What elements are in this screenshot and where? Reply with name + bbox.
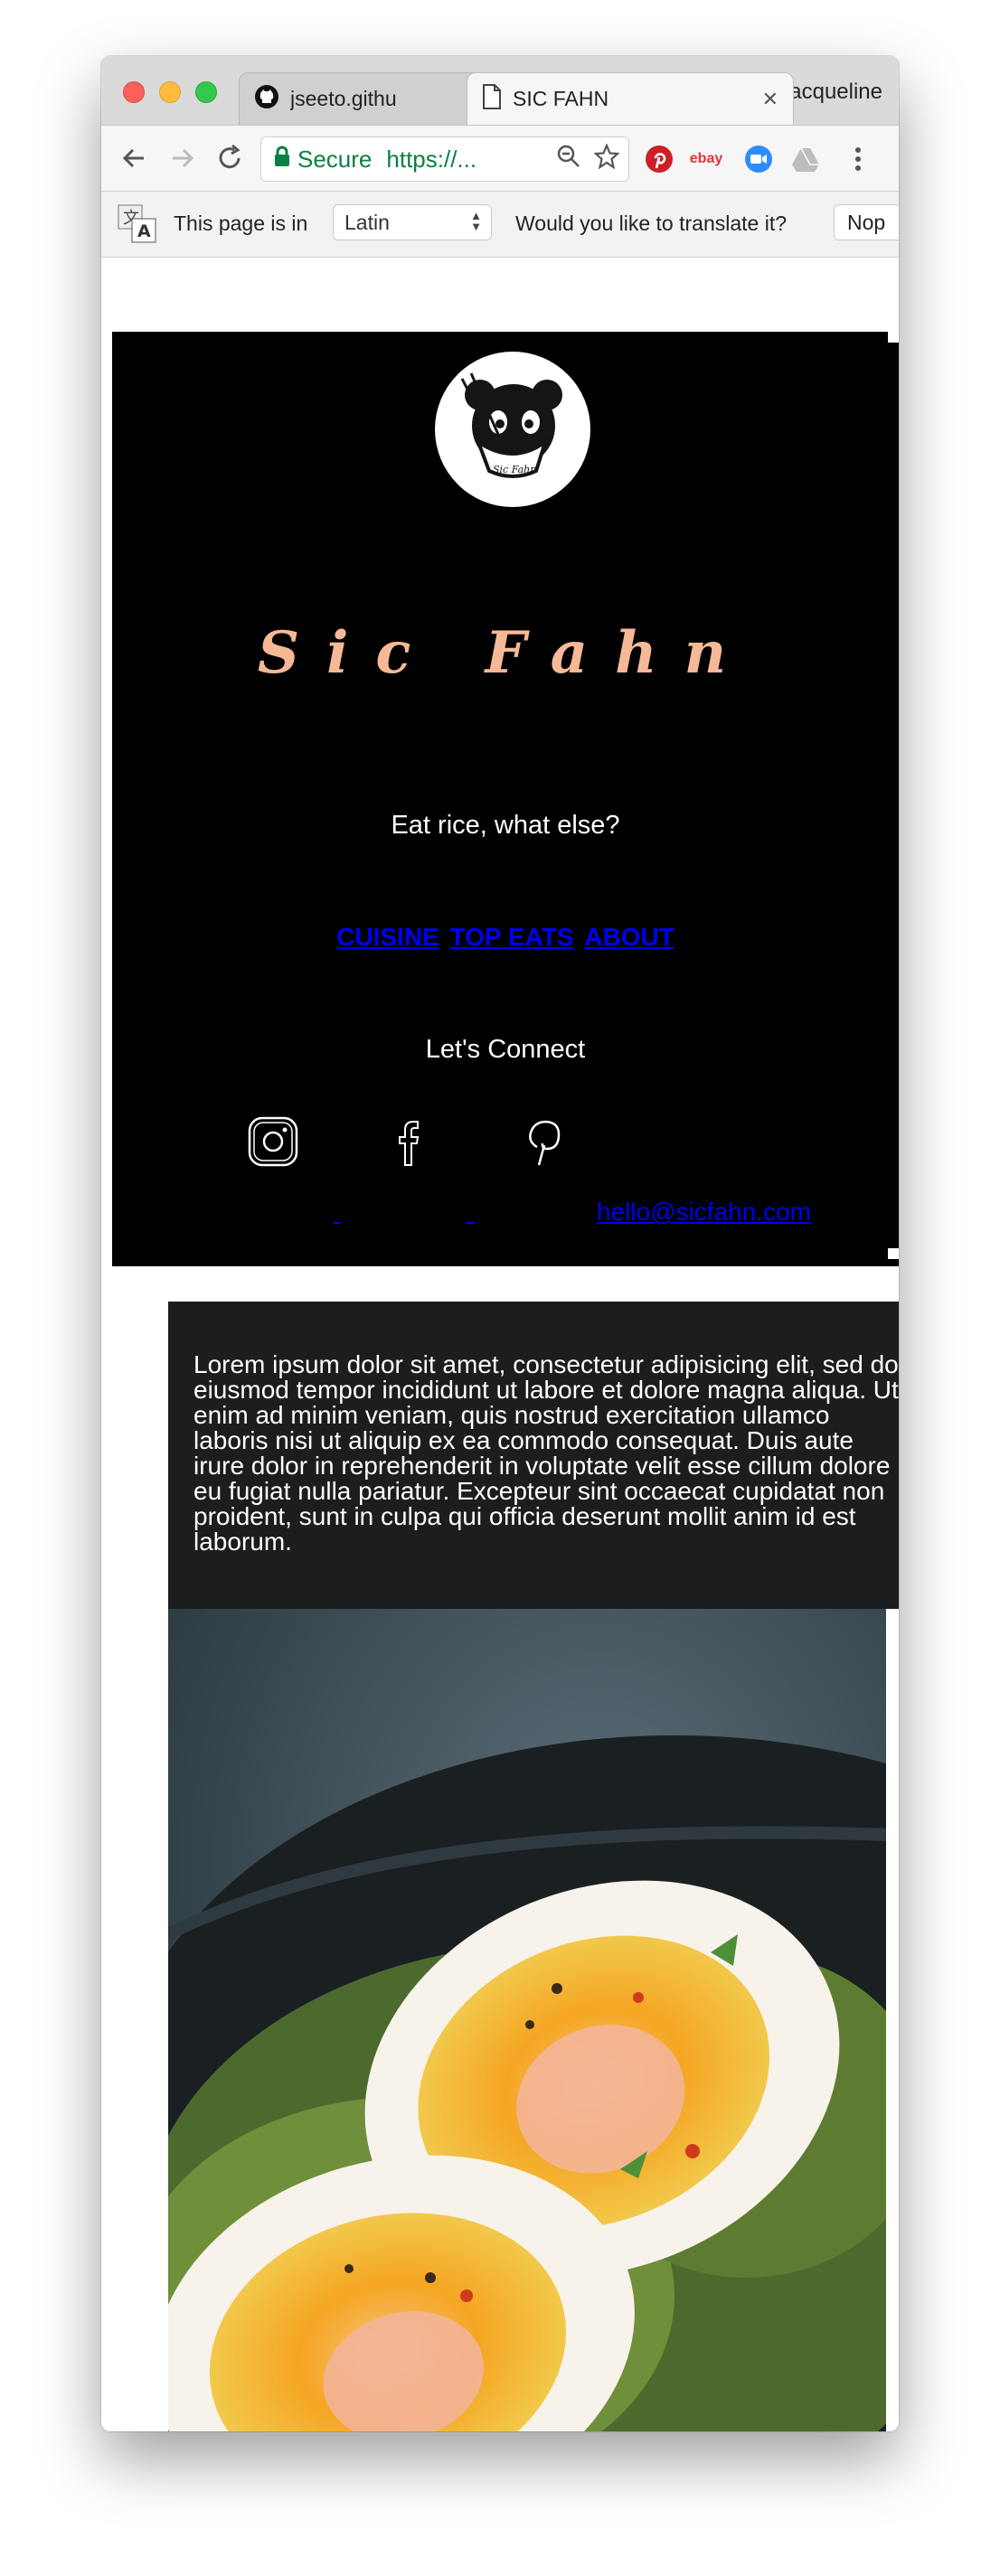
bookmark-star-icon[interactable]: [593, 142, 620, 175]
nav-about-link[interactable]: ABOUT: [584, 923, 675, 951]
site-header: Sic Fahn Sic Fahn Eat rice, what else? C…: [112, 332, 899, 1266]
panda-logo[interactable]: Sic Fahn: [435, 352, 590, 507]
decline-translate-button[interactable]: Nop: [834, 204, 899, 240]
drive-icon[interactable]: [790, 144, 821, 174]
browser-window: jseeto.githu ✕ SIC FAHN ✕ Jacqueline Sec…: [101, 56, 899, 2431]
instagram-link[interactable]: [334, 1198, 341, 1227]
profile-name[interactable]: Jacqueline: [778, 80, 882, 105]
facebook-icon[interactable]: [382, 1114, 436, 1169]
scroll-marker: [888, 1248, 899, 1259]
svg-text:A: A: [137, 221, 151, 241]
pinterest-icon[interactable]: [517, 1114, 571, 1169]
tab-title: SIC FAHN: [513, 87, 609, 110]
browser-toolbar: Secure https://... ebay: [101, 126, 899, 192]
zoom-icon[interactable]: [743, 144, 774, 174]
back-icon[interactable]: [118, 142, 150, 174]
menu-dots-icon[interactable]: [843, 144, 873, 174]
nav-cuisine-link[interactable]: CUISINE: [336, 923, 439, 951]
intro-panel: Lorem ipsum dolor sit amet, consectetur …: [168, 1302, 899, 1609]
pinterest-icon[interactable]: [644, 144, 675, 174]
translate-icon: 文A: [118, 204, 157, 244]
facebook-link[interactable]: [467, 1198, 474, 1227]
translate-prefix: This page is in: [174, 212, 308, 235]
brand-title: Sic Fahn: [257, 619, 754, 687]
language-select[interactable]: Latin ▲ ▼: [333, 204, 492, 240]
translate-bar: 文A This page is in Latin ▲ ▼ Would you li…: [101, 192, 899, 258]
lock-icon: [274, 146, 290, 174]
tab-sic-fahn[interactable]: SIC FAHN ✕: [467, 72, 794, 125]
tab-bar: jseeto.githu ✕ SIC FAHN ✕ Jacqueline: [101, 56, 899, 126]
document-icon: [482, 83, 502, 115]
close-window-button[interactable]: [123, 81, 145, 103]
github-icon: [254, 84, 279, 115]
forward-icon[interactable]: [166, 142, 199, 174]
select-arrows-icon: ▲ ▼: [470, 209, 482, 233]
tagline: Eat rice, what else?: [391, 811, 620, 840]
page-viewport: Sic Fahn Sic Fahn Eat rice, what else? C…: [101, 258, 899, 2431]
ebay-icon[interactable]: ebay: [689, 144, 723, 174]
social-links-row: hello@sicfahn.com: [112, 1198, 899, 1228]
main-nav: CUISINE TOP EATS ABOUT: [112, 923, 899, 952]
minimize-window-button[interactable]: [159, 81, 181, 103]
translate-question: Would you like to translate it?: [515, 212, 788, 235]
zoom-out-icon[interactable]: [556, 144, 581, 175]
svg-text:Sic Fahn: Sic Fahn: [493, 464, 536, 475]
reload-icon[interactable]: [213, 142, 246, 174]
tab-close-icon[interactable]: ✕: [762, 88, 778, 111]
zoom-window-button[interactable]: [195, 81, 217, 103]
connect-heading: Let's Connect: [425, 1035, 586, 1064]
url-text[interactable]: https://...: [386, 146, 504, 174]
instagram-icon[interactable]: [246, 1114, 300, 1169]
intro-text: Lorem ipsum dolor sit amet, consectetur …: [193, 1350, 899, 1556]
egg-dish-photo: [168, 1609, 886, 2431]
nav-top-eats-link[interactable]: TOP EATS: [450, 923, 574, 951]
email-link[interactable]: hello@sicfahn.com: [597, 1198, 811, 1227]
language-value: Latin: [344, 210, 390, 234]
ebay-label: ebay: [689, 151, 723, 166]
address-bar[interactable]: Secure https://...: [260, 136, 629, 182]
secure-label: Secure: [297, 145, 373, 173]
scroll-marker: [888, 332, 899, 343]
